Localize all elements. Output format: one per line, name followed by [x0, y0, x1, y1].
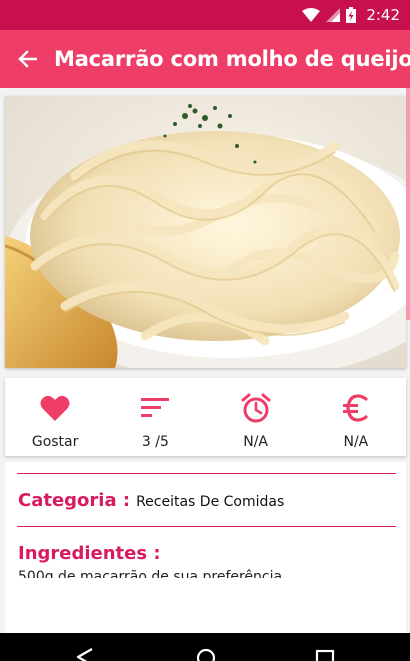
home-circle-icon[interactable]	[195, 647, 217, 661]
status-time: 2:42	[366, 6, 400, 24]
back-triangle-icon[interactable]	[74, 647, 96, 661]
sort-icon	[141, 398, 170, 417]
recipe-details: Categoria : Receitas De Comidas Ingredie…	[5, 462, 406, 633]
ingredients-title: Ingredientes :	[18, 543, 161, 564]
category-value: Receitas De Comidas	[136, 494, 285, 510]
recipe-content[interactable]: Gostar 3 /5 N/A N/A Categoria: Receitas…	[0, 88, 410, 633]
like-button[interactable]: Gostar	[5, 378, 105, 456]
cost-label: N/A	[343, 434, 369, 450]
wifi-icon	[302, 8, 321, 22]
heart-icon	[40, 395, 70, 421]
recipe-image	[5, 96, 406, 368]
recents-square-icon[interactable]	[315, 649, 335, 661]
signal-icon	[326, 8, 341, 22]
ingredient-item: 500g de macarrão de sua preferência	[18, 569, 283, 578]
page-title: Macarrão com molho de queijo	[54, 47, 410, 71]
category-title: Categoria :	[18, 490, 131, 511]
difficulty-button[interactable]: 3 /5	[105, 378, 205, 456]
back-button[interactable]	[17, 44, 37, 74]
divider	[17, 473, 396, 474]
category-row: Categoria : Receitas De Comidas	[18, 490, 284, 511]
like-label: Gostar	[31, 434, 79, 450]
difficulty-label: 3 /5	[141, 434, 169, 450]
divider	[17, 526, 396, 527]
status-icons: 2:42	[302, 6, 400, 24]
navigation-bar	[0, 633, 410, 661]
pasta-photo	[5, 96, 406, 368]
battery-charging-icon	[346, 7, 357, 23]
status-bar: 2:42	[0, 0, 410, 30]
cost-button[interactable]: N/A	[306, 378, 406, 456]
euro-icon	[342, 394, 368, 422]
app-bar: Macarrão com molho de queijo	[0, 30, 410, 88]
alarm-clock-icon	[241, 393, 271, 423]
scrollbar[interactable]	[406, 88, 410, 320]
ingredients-row: Ingredientes :	[18, 543, 161, 564]
time-label: N/A	[243, 434, 269, 450]
arrow-back-icon	[18, 50, 37, 68]
time-button[interactable]: N/A	[206, 378, 306, 456]
recipe-actions: Gostar 3 /5 N/A N/A	[5, 378, 406, 456]
